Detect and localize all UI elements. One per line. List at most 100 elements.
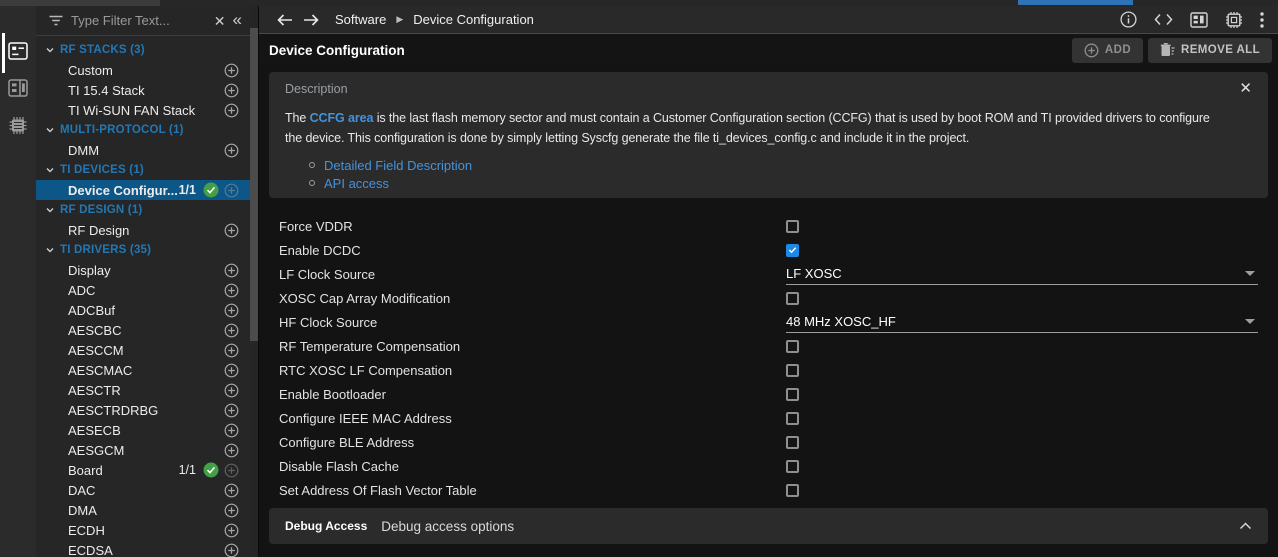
add-module-icon[interactable] [224, 363, 239, 378]
configure-ieee-mac-address-checkbox[interactable] [786, 412, 799, 425]
add-module-icon[interactable] [224, 423, 239, 438]
page-title: Device Configuration [269, 43, 405, 58]
add-module-icon[interactable] [224, 503, 239, 518]
field-label: RF Temperature Compensation [279, 339, 786, 354]
field-label: Set Address Of Flash Vector Table [279, 483, 786, 498]
hf-clock-source-dropdown[interactable]: 48 MHz XOSC_HF [786, 311, 1258, 333]
sidebar-item-aesccm[interactable]: AESCCM [36, 340, 250, 360]
xosc-cap-array-modification-checkbox[interactable] [786, 292, 799, 305]
form-row-set-address-of-flash-vector-table: Set Address Of Flash Vector Table [269, 478, 1268, 502]
sidebar-item-ti-15-4-stack[interactable]: TI 15.4 Stack [36, 80, 250, 100]
clear-filter-icon[interactable]: ✕ [214, 14, 226, 28]
add-module-icon[interactable] [224, 383, 239, 398]
add-button[interactable]: ADD [1072, 38, 1143, 63]
detailed-field-description-link[interactable]: Detailed Field Description [324, 158, 472, 173]
back-icon[interactable] [277, 14, 293, 26]
sidebar-item-ecdsa[interactable]: ECDSA [36, 540, 250, 557]
more-icon[interactable] [1260, 12, 1264, 28]
tree-section-rf-design-1[interactable]: RF DESIGN (1) [36, 200, 250, 220]
force-vddr-checkbox[interactable] [786, 220, 799, 233]
chevron-down-icon [45, 45, 55, 55]
info-icon[interactable] [1120, 11, 1137, 28]
add-module-icon[interactable] [224, 323, 239, 338]
add-module-icon[interactable] [224, 403, 239, 418]
close-icon[interactable]: ✕ [1239, 79, 1252, 97]
add-module-icon[interactable] [224, 483, 239, 498]
trash-icon [1160, 43, 1175, 57]
chip-icon[interactable] [1225, 11, 1243, 29]
code-icon[interactable] [1154, 13, 1173, 26]
configured-check-icon [203, 182, 219, 198]
sidebar-item-aesctrdrbg[interactable]: AESCTRDRBG [36, 400, 250, 420]
configured-check-icon [203, 462, 219, 478]
tree-section-ti-devices-1[interactable]: TI DEVICES (1) [36, 160, 250, 180]
sidebar-item-aesecb[interactable]: AESECB [36, 420, 250, 440]
set-address-of-flash-vector-table-checkbox[interactable] [786, 484, 799, 497]
sidebar-scrollbar-thumb[interactable] [250, 28, 258, 341]
add-module-icon[interactable] [224, 143, 239, 158]
filter-input[interactable] [71, 13, 207, 28]
add-module-icon[interactable] [224, 523, 239, 538]
sidebar-scrollbar[interactable] [250, 6, 258, 557]
collapse-sidebar-icon[interactable]: « [233, 11, 242, 28]
sidebar-item-aescmac[interactable]: AESCMAC [36, 360, 250, 380]
tree-section-multi-protocol-1[interactable]: MULTI-PROTOCOL (1) [36, 120, 250, 140]
sidebar-item-dmm[interactable]: DMM [36, 140, 250, 160]
field-label: Configure IEEE MAC Address [279, 411, 786, 426]
sidebar-item-display[interactable]: Display [36, 260, 250, 280]
remove-all-button[interactable]: REMOVE ALL [1148, 38, 1272, 63]
add-module-icon[interactable] [224, 463, 239, 478]
api-access-link[interactable]: API access [324, 176, 389, 191]
add-module-icon[interactable] [224, 83, 239, 98]
configure-ble-address-checkbox[interactable] [786, 436, 799, 449]
field-label: RTC XOSC LF Compensation [279, 363, 786, 378]
sidebar-item-ecdh[interactable]: ECDH [36, 520, 250, 540]
enable-bootloader-checkbox[interactable] [786, 388, 799, 401]
sidebar-item-ti-wi-sun-fan-stack[interactable]: TI Wi-SUN FAN Stack [36, 100, 250, 120]
add-module-icon[interactable] [224, 103, 239, 118]
add-module-icon[interactable] [224, 223, 239, 238]
sidebar-item-adcbuf[interactable]: ADCBuf [36, 300, 250, 320]
field-label: Enable DCDC [279, 243, 786, 258]
disable-flash-cache-checkbox[interactable] [786, 460, 799, 473]
add-module-icon[interactable] [224, 283, 239, 298]
breadcrumb-device-configuration[interactable]: Device Configuration [413, 12, 534, 27]
software-view-icon[interactable] [6, 40, 30, 62]
enable-dcdc-checkbox[interactable] [786, 244, 799, 257]
sidebar-item-dma[interactable]: DMA [36, 500, 250, 520]
ccfg-area-link[interactable]: CCFG area [310, 111, 374, 125]
add-module-icon[interactable] [224, 343, 239, 358]
add-module-icon[interactable] [224, 443, 239, 458]
tree-section-rf-stacks-3[interactable]: RF STACKS (3) [36, 40, 250, 60]
rf-temperature-compensation-checkbox[interactable] [786, 340, 799, 353]
add-module-icon[interactable] [224, 183, 239, 198]
device-view-icon[interactable] [6, 114, 30, 136]
top-strip-scroll-indicator[interactable] [1018, 0, 1133, 5]
add-module-icon[interactable] [224, 63, 239, 78]
add-module-icon[interactable] [224, 263, 239, 278]
forward-icon[interactable] [303, 14, 319, 26]
breadcrumb-software[interactable]: Software [335, 12, 386, 27]
sidebar-item-aesctr[interactable]: AESCTR [36, 380, 250, 400]
board-view-icon[interactable] [6, 77, 30, 99]
sidebar-item-aesgcm[interactable]: AESGCM [36, 440, 250, 460]
sidebar-item-dac[interactable]: DAC [36, 480, 250, 500]
dropdown-arrow-icon [1245, 319, 1255, 324]
field-label: HF Clock Source [279, 315, 786, 330]
lf-clock-source-dropdown[interactable]: LF XOSC [786, 263, 1258, 285]
add-module-icon[interactable] [224, 543, 239, 557]
collapse-section-icon[interactable] [1239, 522, 1252, 530]
sidebar-item-device-configur[interactable]: Device Configur...1/1 [36, 180, 250, 200]
add-module-icon[interactable] [224, 303, 239, 318]
rtc-xosc-lf-compensation-checkbox[interactable] [786, 364, 799, 377]
debug-access-section[interactable]: Debug Access Debug access options [269, 508, 1268, 544]
sidebar-item-aescbc[interactable]: AESCBC [36, 320, 250, 340]
sidebar-item-adc[interactable]: ADC [36, 280, 250, 300]
sidebar-item-board[interactable]: Board1/1 [36, 460, 250, 480]
filter-icon [48, 14, 64, 27]
sidebar-item-custom[interactable]: Custom [36, 60, 250, 80]
tree-section-ti-drivers-35[interactable]: TI DRIVERS (35) [36, 240, 250, 260]
board-icon[interactable] [1190, 12, 1208, 28]
sidebar-item-rf-design[interactable]: RF Design [36, 220, 250, 240]
description-panel: Description ✕ The CCFG area is the last … [269, 72, 1268, 198]
